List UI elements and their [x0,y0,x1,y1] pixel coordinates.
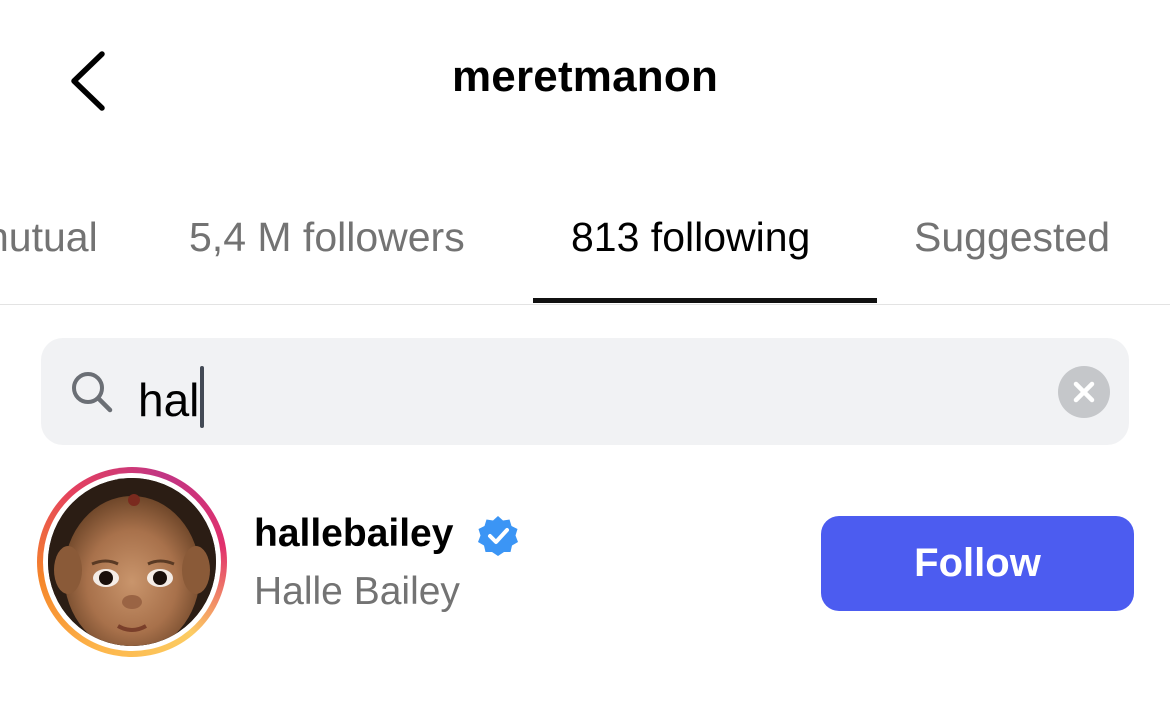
result-username[interactable]: hallebailey [254,512,453,556]
tab-following[interactable]: 813 following [571,214,810,261]
active-tab-indicator [533,298,877,303]
avatar [48,478,216,646]
following-screen: meretmanon nutual 5,4 M followers 813 fo… [0,0,1170,718]
tab-bar: nutual 5,4 M followers 813 following Sug… [0,190,1170,305]
tab-suggested[interactable]: Suggested [914,214,1110,261]
clear-search-button[interactable] [1058,366,1110,418]
tab-mutual[interactable]: nutual [0,214,98,261]
story-ring[interactable] [37,467,227,657]
search-icon [72,372,113,413]
search-input-value: hal [138,374,200,426]
search-bar[interactable]: hal [41,338,1129,445]
search-input[interactable]: hal [138,366,205,428]
result-full-name: Halle Bailey [254,570,460,613]
follow-button[interactable]: Follow [821,516,1134,611]
list-item[interactable]: hallebailey Halle Bailey Follow [0,460,1170,670]
verified-badge-icon [478,516,518,556]
text-cursor [200,366,205,428]
clear-icon [1073,381,1095,403]
avatar-photo [48,478,216,646]
avatar-frame [43,473,221,651]
tab-followers[interactable]: 5,4 M followers [189,214,465,261]
page-title: meretmanon [451,52,719,101]
